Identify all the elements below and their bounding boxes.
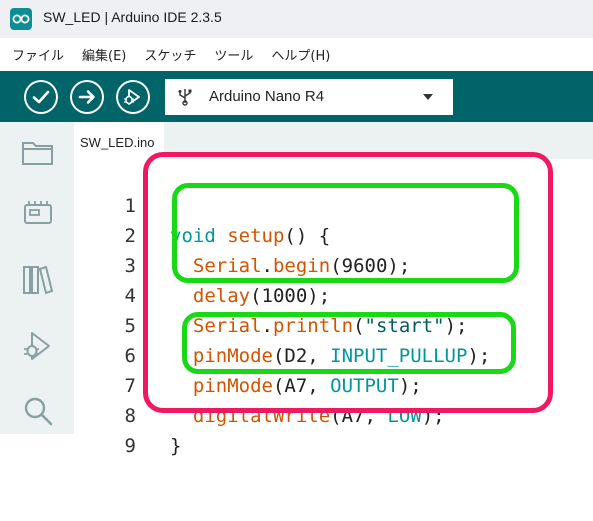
code-line: 6 pinMode(A7, OUTPUT); bbox=[74, 311, 593, 397]
menu-bar: ファイル 編集(E) スケッチ ツール ヘルプ(H) bbox=[0, 38, 593, 71]
menu-sketch[interactable]: スケッチ bbox=[144, 45, 205, 64]
sidebar bbox=[0, 122, 74, 434]
tab-bar: SW_LED.ino bbox=[74, 122, 593, 159]
board-selector[interactable]: Arduino Nano R4 bbox=[165, 79, 453, 115]
code-line: 1 void setup() { bbox=[74, 161, 593, 247]
arrow-right-icon bbox=[78, 90, 95, 104]
board-name: Arduino Nano R4 bbox=[209, 88, 325, 105]
menu-edit[interactable]: 編集(E) bbox=[82, 45, 135, 64]
code-editor[interactable]: 1 void setup() { 2 Serial.begin(9600); 3… bbox=[74, 159, 593, 457]
code-line: 3 delay(1000); bbox=[74, 221, 593, 307]
title-bar: SW_LED | Arduino IDE 2.3.5 bbox=[0, 0, 593, 38]
debug-button[interactable] bbox=[116, 80, 150, 114]
menu-file[interactable]: ファイル bbox=[12, 45, 73, 64]
arduino-logo-icon bbox=[10, 8, 32, 30]
toolbar: Arduino Nano R4 bbox=[0, 71, 593, 122]
code-line: 9 bbox=[74, 401, 593, 457]
verify-button[interactable] bbox=[24, 80, 58, 114]
line-code: } bbox=[170, 435, 182, 457]
check-icon bbox=[32, 90, 50, 104]
debug-icon[interactable] bbox=[21, 329, 55, 363]
library-icon[interactable] bbox=[21, 264, 55, 296]
search-icon[interactable] bbox=[21, 394, 55, 428]
code-line: 7 digitalWrite(A7, LOW); bbox=[74, 341, 593, 427]
menu-help[interactable]: ヘルプ(H) bbox=[271, 45, 339, 64]
debugger-icon bbox=[124, 89, 140, 105]
board-icon[interactable] bbox=[21, 199, 55, 229]
chevron-down-icon bbox=[423, 94, 433, 100]
code-line: 4 Serial.println("start"); bbox=[74, 251, 593, 337]
code-line: 5 pinMode(D2, INPUT_PULLUP); bbox=[74, 281, 593, 367]
upload-button[interactable] bbox=[70, 80, 104, 114]
code-line: 8 } bbox=[74, 371, 593, 457]
tab-sw-led[interactable]: SW_LED.ino bbox=[74, 122, 164, 159]
usb-icon bbox=[178, 89, 192, 106]
tab-label: SW_LED.ino bbox=[80, 135, 155, 150]
line-number: 9 bbox=[124, 435, 136, 457]
code-line: 2 Serial.begin(9600); bbox=[74, 191, 593, 277]
menu-tools[interactable]: ツール bbox=[214, 45, 262, 64]
folder-icon[interactable] bbox=[21, 139, 55, 167]
window-title: SW_LED | Arduino IDE 2.3.5 bbox=[43, 9, 222, 25]
